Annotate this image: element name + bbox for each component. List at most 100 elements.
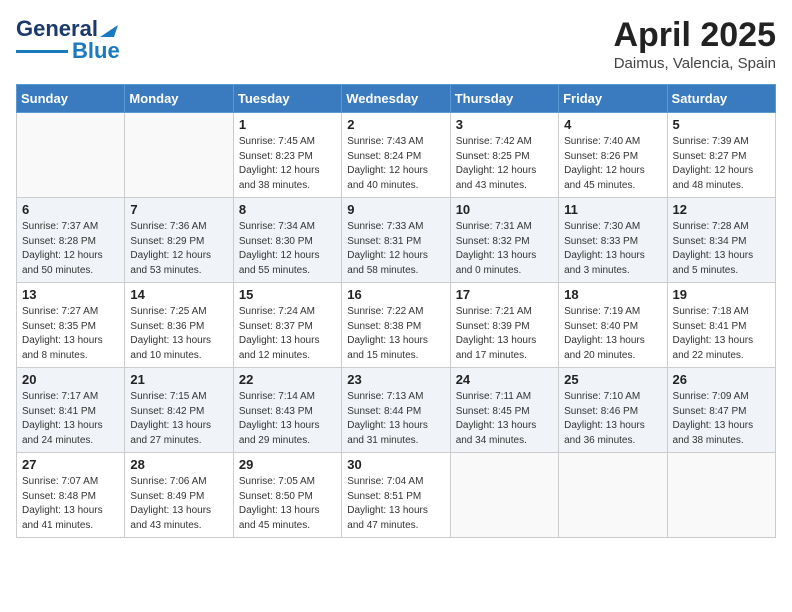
day-info: Sunrise: 7:25 AMSunset: 8:36 PMDaylight:…	[130, 305, 227, 363]
table-row	[125, 113, 233, 198]
day-info: Sunrise: 7:10 AMSunset: 8:46 PMDaylight:…	[564, 390, 661, 448]
day-number: 29	[239, 457, 336, 472]
day-number: 28	[130, 457, 227, 472]
day-info: Sunrise: 7:17 AMSunset: 8:41 PMDaylight:…	[22, 390, 119, 448]
table-row: 22 Sunrise: 7:14 AMSunset: 8:43 PMDayligh…	[233, 368, 341, 453]
table-row: 17Sunrise: 7:21 AMSunset: 8:39 PMDayligh…	[450, 283, 558, 368]
calendar-week-row: 1 Sunrise: 7:45 AMSunset: 8:23 PMDaylight…	[17, 113, 776, 198]
calendar-week-row: 13Sunrise: 7:27 AMSunset: 8:35 PMDayligh…	[17, 283, 776, 368]
day-info: Sunrise: 7:36 AMSunset: 8:29 PMDaylight:…	[130, 220, 227, 278]
day-info: Sunrise: 7:43 AMSunset: 8:24 PMDaylight:…	[347, 135, 444, 193]
day-info: Sunrise: 7:09 AMSunset: 8:47 PMDaylight:…	[673, 390, 770, 448]
logo: General Blue	[16, 16, 120, 64]
day-info: Sunrise: 7:33 AMSunset: 8:31 PMDaylight:…	[347, 220, 444, 278]
table-row: 6 Sunrise: 7:37 AMSunset: 8:28 PMDaylight…	[17, 198, 125, 283]
table-row: 3 Sunrise: 7:42 AMSunset: 8:25 PMDaylight…	[450, 113, 558, 198]
logo-blue: Blue	[72, 38, 120, 64]
table-row: 1 Sunrise: 7:45 AMSunset: 8:23 PMDaylight…	[233, 113, 341, 198]
day-info: Sunrise: 7:15 AMSunset: 8:42 PMDaylight:…	[130, 390, 227, 448]
calendar-week-row: 27 Sunrise: 7:07 AMSunset: 8:48 PMDayligh…	[17, 453, 776, 538]
col-tuesday: Tuesday	[233, 85, 341, 113]
day-info: Sunrise: 7:04 AMSunset: 8:51 PMDaylight:…	[347, 475, 444, 533]
day-number: 6	[22, 202, 119, 217]
table-row: 30 Sunrise: 7:04 AMSunset: 8:51 PMDayligh…	[342, 453, 450, 538]
table-row: 23Sunrise: 7:13 AMSunset: 8:44 PMDayligh…	[342, 368, 450, 453]
day-number: 10	[456, 202, 553, 217]
table-row: 25Sunrise: 7:10 AMSunset: 8:46 PMDayligh…	[559, 368, 667, 453]
day-info: Sunrise: 7:11 AMSunset: 8:45 PMDaylight:…	[456, 390, 553, 448]
table-row: 2 Sunrise: 7:43 AMSunset: 8:24 PMDaylight…	[342, 113, 450, 198]
day-info: Sunrise: 7:19 AMSunset: 8:40 PMDaylight:…	[564, 305, 661, 363]
table-row: 24 Sunrise: 7:11 AMSunset: 8:45 PMDayligh…	[450, 368, 558, 453]
calendar-header-row: Sunday Monday Tuesday Wednesday Thursday…	[17, 85, 776, 113]
day-info: Sunrise: 7:18 AMSunset: 8:41 PMDaylight:…	[673, 305, 770, 363]
table-row: 4 Sunrise: 7:40 AMSunset: 8:26 PMDaylight…	[559, 113, 667, 198]
table-row	[17, 113, 125, 198]
table-row: 26Sunrise: 7:09 AMSunset: 8:47 PMDayligh…	[667, 368, 775, 453]
day-number: 9	[347, 202, 444, 217]
table-row: 5 Sunrise: 7:39 AMSunset: 8:27 PMDaylight…	[667, 113, 775, 198]
table-row	[450, 453, 558, 538]
day-number: 1	[239, 117, 336, 132]
calendar-week-row: 6 Sunrise: 7:37 AMSunset: 8:28 PMDaylight…	[17, 198, 776, 283]
day-info: Sunrise: 7:30 AMSunset: 8:33 PMDaylight:…	[564, 220, 661, 278]
logo-underline	[16, 50, 68, 53]
col-saturday: Saturday	[667, 85, 775, 113]
day-number: 24	[456, 372, 553, 387]
day-number: 4	[564, 117, 661, 132]
table-row: 9 Sunrise: 7:33 AMSunset: 8:31 PMDaylight…	[342, 198, 450, 283]
day-number: 5	[673, 117, 770, 132]
day-info: Sunrise: 7:24 AMSunset: 8:37 PMDaylight:…	[239, 305, 336, 363]
table-row: 18 Sunrise: 7:19 AMSunset: 8:40 PMDayligh…	[559, 283, 667, 368]
day-number: 2	[347, 117, 444, 132]
day-number: 15	[239, 287, 336, 302]
table-row	[559, 453, 667, 538]
day-info: Sunrise: 7:14 AMSunset: 8:43 PMDaylight:…	[239, 390, 336, 448]
day-info: Sunrise: 7:45 AMSunset: 8:23 PMDaylight:…	[239, 135, 336, 193]
table-row: 28 Sunrise: 7:06 AMSunset: 8:49 PMDayligh…	[125, 453, 233, 538]
day-number: 12	[673, 202, 770, 217]
calendar-location: Daimus, Valencia, Spain	[613, 55, 776, 72]
table-row	[667, 453, 775, 538]
day-info: Sunrise: 7:37 AMSunset: 8:28 PMDaylight:…	[22, 220, 119, 278]
day-info: Sunrise: 7:27 AMSunset: 8:35 PMDaylight:…	[22, 305, 119, 363]
day-info: Sunrise: 7:05 AMSunset: 8:50 PMDaylight:…	[239, 475, 336, 533]
table-row: 21 Sunrise: 7:15 AMSunset: 8:42 PMDayligh…	[125, 368, 233, 453]
day-number: 30	[347, 457, 444, 472]
day-number: 22	[239, 372, 336, 387]
day-number: 18	[564, 287, 661, 302]
day-number: 21	[130, 372, 227, 387]
table-row: 20Sunrise: 7:17 AMSunset: 8:41 PMDayligh…	[17, 368, 125, 453]
day-number: 7	[130, 202, 227, 217]
calendar-month-year: April 2025	[613, 16, 776, 55]
day-number: 14	[130, 287, 227, 302]
day-number: 11	[564, 202, 661, 217]
day-info: Sunrise: 7:34 AMSunset: 8:30 PMDaylight:…	[239, 220, 336, 278]
table-row: 14 Sunrise: 7:25 AMSunset: 8:36 PMDayligh…	[125, 283, 233, 368]
table-row: 12 Sunrise: 7:28 AMSunset: 8:34 PMDayligh…	[667, 198, 775, 283]
table-row: 27 Sunrise: 7:07 AMSunset: 8:48 PMDayligh…	[17, 453, 125, 538]
day-info: Sunrise: 7:07 AMSunset: 8:48 PMDaylight:…	[22, 475, 119, 533]
day-number: 19	[673, 287, 770, 302]
table-row: 19 Sunrise: 7:18 AMSunset: 8:41 PMDayligh…	[667, 283, 775, 368]
day-number: 3	[456, 117, 553, 132]
table-row: 13Sunrise: 7:27 AMSunset: 8:35 PMDayligh…	[17, 283, 125, 368]
calendar-table: Sunday Monday Tuesday Wednesday Thursday…	[16, 84, 776, 538]
table-row: 15 Sunrise: 7:24 AMSunset: 8:37 PMDayligh…	[233, 283, 341, 368]
day-number: 16	[347, 287, 444, 302]
table-row: 8Sunrise: 7:34 AMSunset: 8:30 PMDaylight…	[233, 198, 341, 283]
calendar-week-row: 20Sunrise: 7:17 AMSunset: 8:41 PMDayligh…	[17, 368, 776, 453]
day-info: Sunrise: 7:42 AMSunset: 8:25 PMDaylight:…	[456, 135, 553, 193]
col-sunday: Sunday	[17, 85, 125, 113]
day-info: Sunrise: 7:28 AMSunset: 8:34 PMDaylight:…	[673, 220, 770, 278]
day-info: Sunrise: 7:39 AMSunset: 8:27 PMDaylight:…	[673, 135, 770, 193]
day-info: Sunrise: 7:21 AMSunset: 8:39 PMDaylight:…	[456, 305, 553, 363]
day-number: 27	[22, 457, 119, 472]
calendar-title-area: April 2025 Daimus, Valencia, Spain	[613, 16, 776, 72]
table-row: 10Sunrise: 7:31 AMSunset: 8:32 PMDayligh…	[450, 198, 558, 283]
day-info: Sunrise: 7:06 AMSunset: 8:49 PMDaylight:…	[130, 475, 227, 533]
day-info: Sunrise: 7:40 AMSunset: 8:26 PMDaylight:…	[564, 135, 661, 193]
col-monday: Monday	[125, 85, 233, 113]
day-info: Sunrise: 7:13 AMSunset: 8:44 PMDaylight:…	[347, 390, 444, 448]
table-row: 16Sunrise: 7:22 AMSunset: 8:38 PMDayligh…	[342, 283, 450, 368]
